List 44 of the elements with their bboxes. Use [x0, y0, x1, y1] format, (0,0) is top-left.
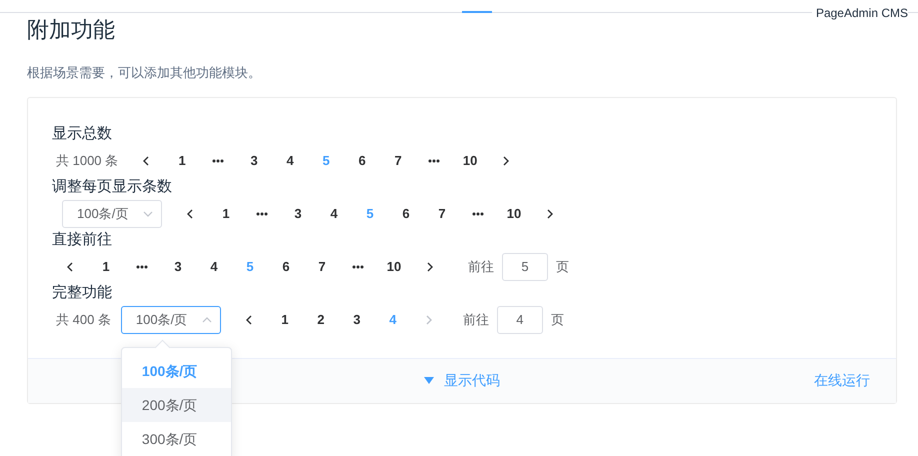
page-number[interactable]: 1 [164, 146, 200, 174]
page-number[interactable]: 3 [160, 252, 196, 280]
page-number[interactable]: 10 [496, 200, 532, 228]
page-number[interactable]: 3 [236, 146, 272, 174]
page-number[interactable]: 2 [302, 306, 339, 334]
page-suffix: 页 [550, 310, 564, 328]
section-title: 完整功能 [52, 283, 112, 303]
page-number[interactable]: 10 [452, 146, 488, 174]
page-number[interactable]: 1 [88, 252, 124, 280]
page-number[interactable]: 4 [196, 252, 232, 280]
page-number[interactable]: 7 [380, 146, 416, 174]
page-number[interactable]: 7 [304, 252, 340, 280]
page-number[interactable]: 6 [268, 252, 304, 280]
page-number[interactable]: 4 [272, 146, 308, 174]
page-input[interactable]: 4 [496, 306, 543, 334]
page-size-select[interactable]: 100条/页 [62, 200, 162, 228]
total-count: 共 1000 条 [56, 152, 118, 170]
page-input[interactable]: 5 [502, 252, 548, 280]
page-description: 根据场景需要，可以添加其他功能模块。 [27, 64, 262, 82]
section-title: 显示总数 [52, 124, 112, 144]
page-number[interactable]: 7 [424, 200, 460, 228]
page-title: 附加功能 [27, 16, 116, 44]
page-suffix: 页 [556, 258, 569, 276]
chevron-down-icon [143, 208, 153, 218]
section-title: 直接前往 [52, 230, 112, 250]
total-count: 共 400 条 [56, 310, 111, 328]
section-title: 调整每页显示条数 [52, 177, 172, 197]
chevron-up-icon [202, 314, 212, 324]
page-number[interactable]: 3 [280, 200, 316, 228]
page-size-select[interactable]: 100条/页 [120, 306, 221, 334]
brand-label: PageAdmin CMS [812, 6, 908, 20]
dropdown-option[interactable]: 200条/页 [122, 388, 231, 422]
page-number[interactable]: 1 [266, 306, 303, 334]
page-number[interactable]: 3 [338, 306, 375, 334]
caret-icon [424, 377, 434, 385]
jump-label: 前往 [462, 310, 489, 328]
jump-label: 前往 [468, 258, 494, 276]
page-number[interactable]: 10 [376, 252, 412, 280]
show-code-label: 显示代码 [444, 372, 500, 390]
page-number[interactable]: 6 [388, 200, 424, 228]
page-number[interactable]: 1 [208, 200, 244, 228]
page-number[interactable]: 6 [344, 146, 380, 174]
page-number[interactable]: 4 [316, 200, 352, 228]
dropdown-option[interactable]: 300条/页 [122, 422, 231, 456]
